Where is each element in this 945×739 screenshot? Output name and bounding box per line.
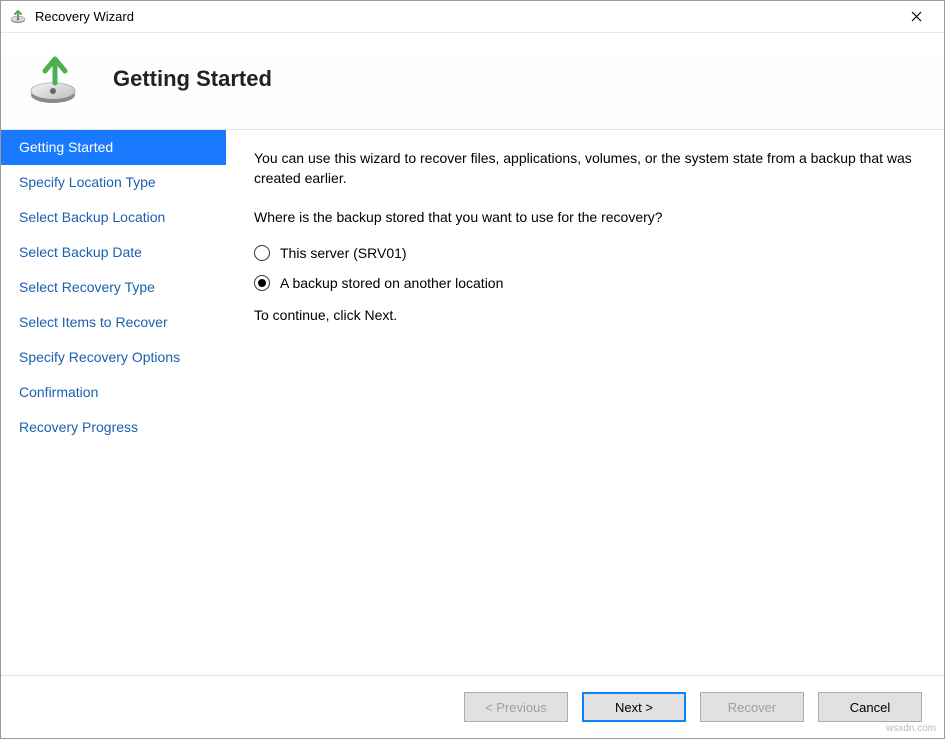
next-button[interactable]: Next >	[582, 692, 686, 722]
close-icon	[911, 11, 922, 22]
step-getting-started[interactable]: Getting Started	[1, 130, 226, 165]
continue-hint: To continue, click Next.	[254, 305, 916, 325]
wizard-content: You can use this wizard to recover files…	[226, 130, 944, 675]
window-title: Recovery Wizard	[35, 9, 896, 24]
wizard-footer: < Previous Next > Recover Cancel	[1, 675, 944, 738]
recovery-header-icon	[25, 49, 85, 109]
radio-label: A backup stored on another location	[280, 275, 503, 291]
intro-text: You can use this wizard to recover files…	[254, 148, 916, 189]
step-recovery-progress[interactable]: Recovery Progress	[1, 410, 226, 445]
recovery-wizard-icon	[9, 8, 27, 26]
radio-option-this-server[interactable]: This server (SRV01)	[254, 245, 916, 261]
wizard-body: Getting Started Specify Location Type Se…	[1, 130, 944, 675]
wizard-header: Getting Started	[1, 33, 944, 130]
cancel-button[interactable]: Cancel	[818, 692, 922, 722]
recovery-wizard-window: Recovery Wizard Getti	[0, 0, 945, 739]
close-button[interactable]	[896, 1, 936, 32]
step-select-backup-location[interactable]: Select Backup Location	[1, 200, 226, 235]
step-specify-location-type[interactable]: Specify Location Type	[1, 165, 226, 200]
step-select-items-to-recover[interactable]: Select Items to Recover	[1, 305, 226, 340]
page-title: Getting Started	[113, 66, 272, 92]
step-select-recovery-type[interactable]: Select Recovery Type	[1, 270, 226, 305]
question-text: Where is the backup stored that you want…	[254, 207, 916, 227]
step-confirmation[interactable]: Confirmation	[1, 375, 226, 410]
radio-option-another-location[interactable]: A backup stored on another location	[254, 275, 916, 291]
titlebar: Recovery Wizard	[1, 1, 944, 33]
step-select-backup-date[interactable]: Select Backup Date	[1, 235, 226, 270]
radio-icon	[254, 245, 270, 261]
step-specify-recovery-options[interactable]: Specify Recovery Options	[1, 340, 226, 375]
wizard-steps-sidebar: Getting Started Specify Location Type Se…	[1, 130, 226, 675]
radio-label: This server (SRV01)	[280, 245, 407, 261]
previous-button: < Previous	[464, 692, 568, 722]
radio-icon	[254, 275, 270, 291]
recover-button: Recover	[700, 692, 804, 722]
